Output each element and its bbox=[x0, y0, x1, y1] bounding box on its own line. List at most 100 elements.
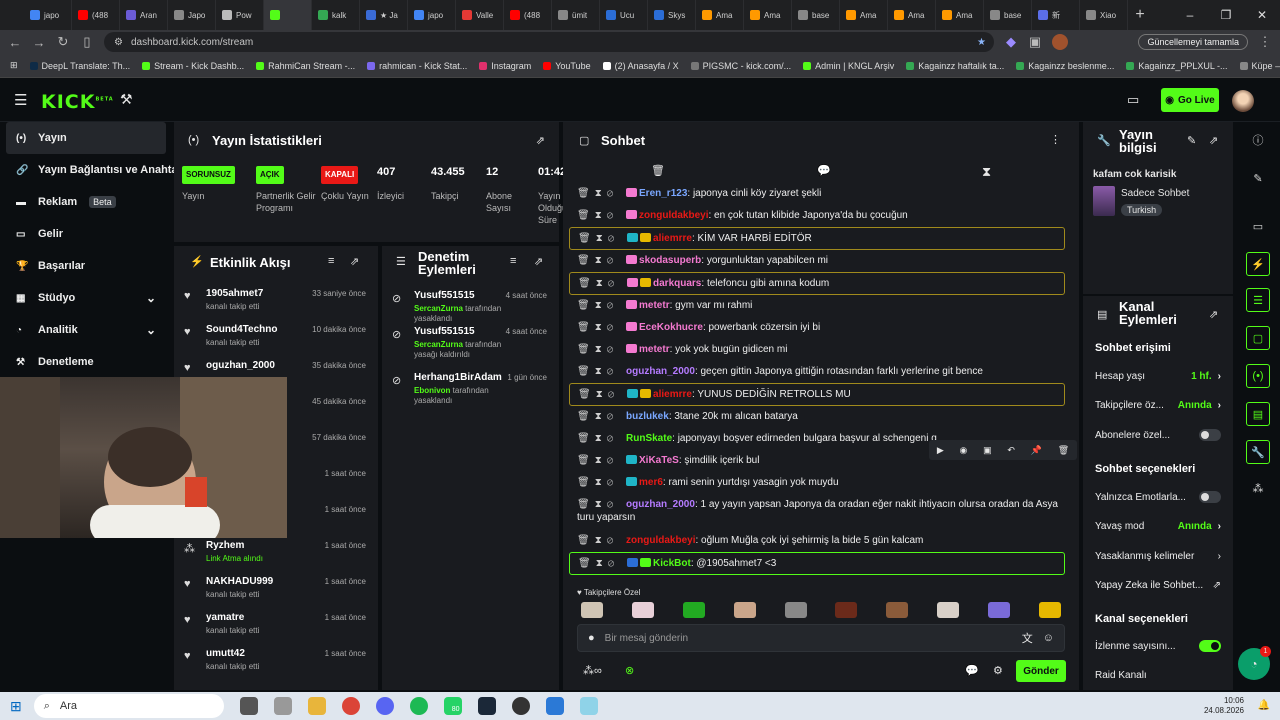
pin-icon[interactable]: 📌 bbox=[1031, 445, 1042, 456]
maximize-button[interactable]: ❐ bbox=[1208, 0, 1244, 30]
activity-item[interactable]: ♥ NAKHADU999 kanalı takip etti 1 saat önce bbox=[174, 572, 378, 608]
chat-message[interactable]: 🗑⧗⊘ metetr: gym var mı rahmi bbox=[569, 295, 1065, 317]
url-field[interactable]: ⚙ dashboard.kick.com/stream ★ bbox=[104, 32, 994, 52]
infinity-icon[interactable]: ⁂∞ bbox=[583, 664, 602, 677]
bookmark-item[interactable]: YouTube bbox=[543, 61, 591, 71]
chat-username[interactable]: buzlukek bbox=[626, 411, 669, 422]
toggle-switch[interactable] bbox=[1199, 491, 1221, 503]
activity-item[interactable]: ♥ 1905ahmet7 kanalı takip etti 33 saniye ön… bbox=[174, 284, 378, 320]
chat-message[interactable]: 🗑⧗⊘ aliemrre: YUNUS DEDİĞİN RETROLLS MU bbox=[569, 383, 1065, 406]
chat-message[interactable]: 🗑⧗⊘ Eren_r123: japonya cinli köy ziyaret… bbox=[569, 183, 1065, 205]
chat-username[interactable]: aliemrre bbox=[653, 389, 692, 400]
reload-icon[interactable]: ↻ bbox=[56, 34, 70, 50]
chat-username[interactable]: KickBot bbox=[653, 558, 691, 569]
spotify-icon[interactable] bbox=[409, 697, 428, 715]
browser-tab[interactable]: ★ Ja bbox=[360, 0, 408, 30]
sidebar-item-denetleme[interactable]: ⚒ Denetleme bbox=[0, 346, 172, 378]
chat-message[interactable]: 🗑⧗⊘ skodasuperb: yorgunluktan yapabilcen… bbox=[569, 250, 1065, 272]
bookmark-item[interactable]: RahmiCan Stream -... bbox=[256, 61, 355, 71]
app2-icon[interactable] bbox=[579, 697, 598, 715]
sidebar-item-yayın-bağlantısı-ve-anahtarı[interactable]: 🔗 Yayın Bağlantısı ve Anahtarı bbox=[0, 154, 185, 186]
filter-icon[interactable]: ≡ bbox=[510, 255, 516, 267]
activity-item[interactable]: ♥ yamatre kanalı takip etti 1 saat önce bbox=[174, 608, 378, 644]
toggle-switch[interactable] bbox=[1199, 640, 1221, 652]
send-button[interactable]: Gönder bbox=[1016, 660, 1066, 682]
browser-tab[interactable]: (488 bbox=[72, 0, 120, 30]
bookmark-item[interactable]: rahmican - Kick Stat... bbox=[367, 61, 467, 71]
translate-icon[interactable]: 文 bbox=[1022, 630, 1033, 646]
mod-actions-icon[interactable]: 🗑⧗⊘ bbox=[578, 233, 627, 244]
settings-gear-icon[interactable]: ⚙ bbox=[993, 664, 1003, 677]
chat-message[interactable]: 🗑⧗⊘ oguzhan_2000: 1 ay yayın yapsan Japo… bbox=[569, 494, 1065, 530]
browser-tab[interactable]: (488 bbox=[504, 0, 552, 30]
browser-tab[interactable]: Ama bbox=[936, 0, 984, 30]
mod-actions-icon[interactable]: 🗑⧗⊘ bbox=[577, 455, 626, 466]
taskbar-search[interactable]: ⌕ Ara bbox=[33, 694, 224, 718]
moderation-item[interactable]: ⊘ Yusuf551515 SercanZurna tarafından yasağ… bbox=[382, 322, 559, 368]
update-button[interactable]: Güncellemeyi tamamla bbox=[1138, 34, 1248, 50]
mod-actions-icon[interactable]: 🗑⧗⊘ bbox=[577, 188, 626, 199]
reply-icon[interactable]: ◉ bbox=[960, 445, 968, 456]
browser-tab[interactable]: Skys bbox=[648, 0, 696, 30]
chat-username[interactable]: zonguldakbeyi bbox=[639, 210, 708, 221]
list-rail-icon[interactable]: ☰ bbox=[1246, 288, 1270, 312]
profile-avatar-icon[interactable] bbox=[1052, 34, 1068, 50]
back-icon[interactable]: ← bbox=[8, 35, 22, 50]
trash-icon[interactable]: 🗑 bbox=[651, 164, 665, 177]
setting-row[interactable]: Yapay Zeka ile Sohbet... ⇗ bbox=[1095, 572, 1221, 600]
chat-message[interactable]: 🗑⧗⊘ EceKokhucre: powerbank cözersin iyi … bbox=[569, 317, 1065, 339]
bookmark-item[interactable]: Kagainzz haftalık ta... bbox=[906, 61, 1004, 71]
emote-icon[interactable] bbox=[886, 602, 909, 618]
browser-tab[interactable]: kalk bbox=[312, 0, 360, 30]
close-window-button[interactable]: ✕ bbox=[1244, 0, 1280, 30]
chat-message[interactable]: 🗑⧗⊘ darkquars: telefoncu gibi amına kodu… bbox=[569, 272, 1065, 295]
notification-bell-icon[interactable]: 🔔 bbox=[1258, 700, 1270, 711]
mod-actions-icon[interactable]: 🗑⧗⊘ bbox=[577, 322, 626, 333]
bookmark-item[interactable]: Küpe – Page 2 bbox=[1239, 61, 1280, 71]
mod-actions-icon[interactable]: 🗑⧗⊘ bbox=[577, 255, 626, 266]
popout-icon[interactable]: ⇗ bbox=[534, 255, 543, 268]
chat-username[interactable]: metetr bbox=[639, 300, 670, 311]
chat-username[interactable]: darkquars bbox=[653, 278, 701, 289]
browser-tab[interactable]: japo bbox=[408, 0, 456, 30]
chat-username[interactable]: mer6 bbox=[639, 477, 663, 488]
browser-tab[interactable]: Valle bbox=[456, 0, 504, 30]
browser-tab[interactable]: 新 bbox=[1032, 0, 1080, 30]
browser-tab[interactable]: Aran bbox=[120, 0, 168, 30]
bookmark-item[interactable]: Kagainzz beslenme... bbox=[1016, 61, 1114, 71]
bookmark-item[interactable]: Instagram bbox=[479, 61, 531, 71]
sidebar-panel-icon[interactable]: ▯ bbox=[80, 34, 94, 50]
chat-message[interactable]: 🗑⧗⊘ zonguldakbeyi: en çok tutan klibide … bbox=[569, 205, 1065, 227]
theater-mode-icon[interactable]: ▭ bbox=[1127, 92, 1139, 108]
more-options-icon[interactable]: ⋮ bbox=[1050, 133, 1061, 146]
hammer-icon[interactable]: ⚒ bbox=[120, 91, 133, 108]
bookmark-item[interactable]: Kagainzz_PPLXUL -... bbox=[1126, 61, 1228, 71]
mod-actions-icon[interactable]: 🗑⧗⊘ bbox=[577, 433, 626, 444]
chat-username[interactable]: oguzhan_2000 bbox=[626, 366, 695, 377]
file-explorer-icon[interactable] bbox=[307, 697, 326, 715]
activity-item[interactable]: ♥ Sound4Techno kanalı takip etti 10 dakika … bbox=[174, 320, 378, 356]
actions-rail-icon[interactable]: ▤ bbox=[1246, 402, 1270, 426]
setting-row[interactable]: Yavaş mod Anında › bbox=[1095, 513, 1221, 541]
moderation-item[interactable]: ⊘ Yusuf551515 SercanZurna tarafından yasak… bbox=[382, 286, 559, 323]
emoji-icon[interactable]: ☺ bbox=[1043, 632, 1054, 644]
mod-actions-icon[interactable]: 🗑⧗⊘ bbox=[577, 210, 626, 221]
bookmark-item[interactable]: PIGSMC - kick.com/... bbox=[690, 61, 791, 71]
mod-actions-icon[interactable]: 🗑⧗⊘ bbox=[578, 278, 627, 289]
emote-icon[interactable] bbox=[835, 602, 858, 618]
app-icon[interactable] bbox=[545, 697, 564, 715]
lightning-rail-icon[interactable]: ⚡ bbox=[1246, 252, 1270, 276]
activity-item[interactable]: ♥ umutt42 kanalı takip etti 1 saat önce bbox=[174, 644, 378, 680]
sidebar-item-analitik[interactable]: ◔ Analitik ⌄ bbox=[0, 314, 172, 346]
toggle-switch[interactable] bbox=[1199, 429, 1221, 441]
wrench-rail-icon[interactable]: 🔧 bbox=[1246, 440, 1270, 464]
emote-icon[interactable] bbox=[581, 602, 603, 618]
info-icon[interactable]: ⓘ bbox=[1246, 128, 1270, 152]
emote-icon[interactable] bbox=[733, 602, 756, 618]
site-info-icon[interactable]: ⚙ bbox=[114, 37, 123, 48]
bookmark-item[interactable]: Admin | KNGL Arşiv bbox=[803, 61, 894, 71]
chat-message[interactable]: 🗑⧗⊘ mer6: rami senin yurtdışı yasagin yo… bbox=[569, 472, 1065, 494]
mod-actions-icon[interactable]: 🗑⧗⊘ bbox=[577, 300, 626, 311]
browser-menu-icon[interactable]: ⋮ bbox=[1258, 34, 1272, 50]
activity-item[interactable]: ⁂ Ryzhem Link Atma alındı 1 saat önce bbox=[174, 536, 378, 572]
